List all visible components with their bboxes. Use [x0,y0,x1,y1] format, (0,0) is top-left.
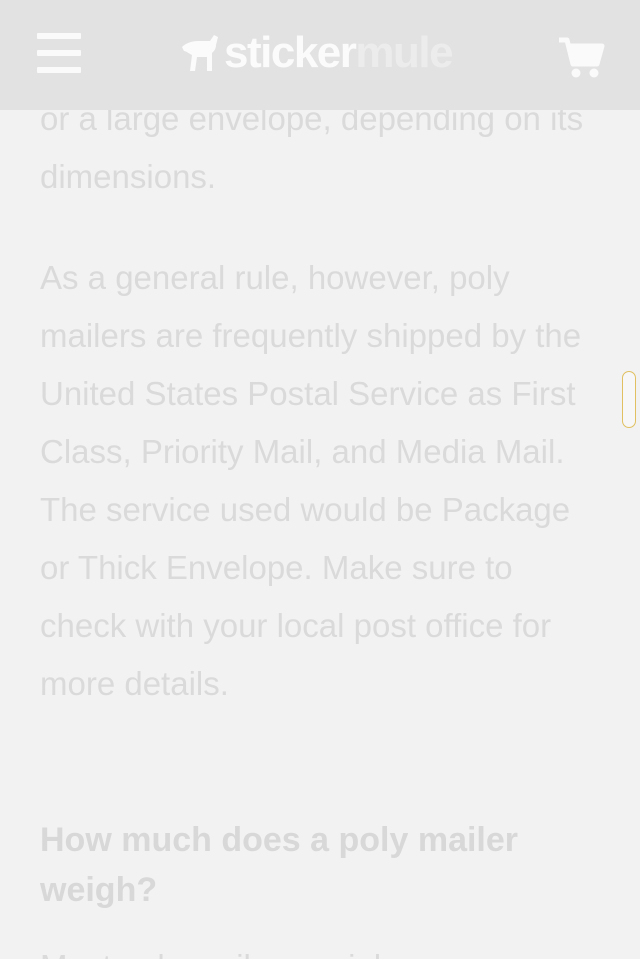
logo-wordmark-primary: sticker [224,28,357,77]
hamburger-menu-icon[interactable] [37,33,81,73]
stickermule-logo[interactable]: stickermule [180,28,454,77]
logo-wordmark-secondary: mule [355,28,453,77]
section-heading: How much does a poly mailer weigh? [40,821,519,909]
article-paragraph: Most poly mailers weigh [40,938,600,959]
mule-logo-icon [182,35,218,71]
logo-wordmark: stickermule [224,28,454,77]
scrollbar-thumb[interactable] [622,371,636,428]
article-paragraph: As a general rule, however, poly mailers… [40,259,582,702]
shopping-cart-icon[interactable] [557,36,605,80]
top-nav-bar: stickermule [0,0,640,110]
